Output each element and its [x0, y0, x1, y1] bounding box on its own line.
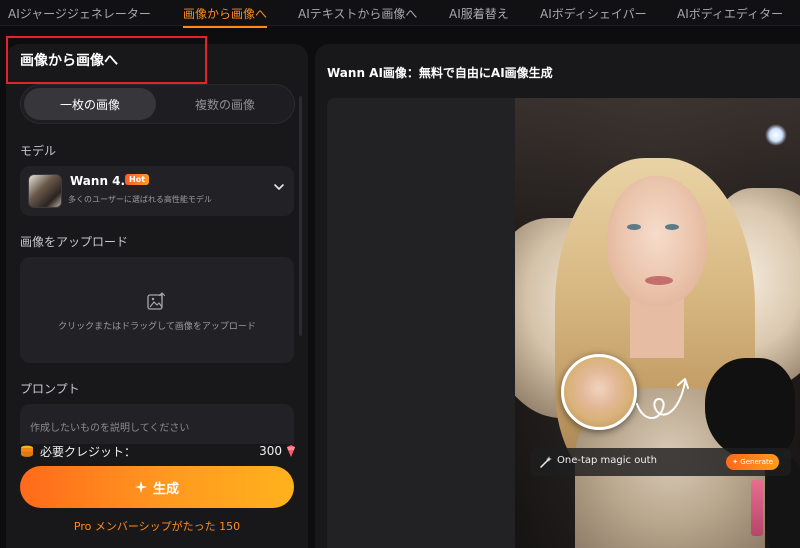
- mode-switch: 一枚の画像 複数の画像: [20, 84, 295, 124]
- credits-value: 300: [259, 444, 282, 458]
- top-nav: AIジャージジェネレーター 画像から画像へ AIテキストから画像へ AI服着替え…: [0, 0, 800, 28]
- preview-title: Wann AI画像：無料で自由にAI画像生成: [327, 66, 553, 80]
- model-avatar: [28, 174, 62, 208]
- tab-text-to-image[interactable]: AIテキストから画像へ: [298, 5, 417, 22]
- model-selector[interactable]: Wann 4.0 Hot 多くのユーザーに選ばれる高性能モデル: [20, 166, 294, 216]
- tab-image-to-image[interactable]: 画像から画像へ: [183, 5, 268, 28]
- upload-hint: クリックまたはドラッグして画像をアップロード: [58, 322, 256, 332]
- generate-button[interactable]: 生成: [20, 466, 294, 508]
- chevron-down-icon[interactable]: [272, 180, 286, 194]
- sample-photo: [515, 98, 800, 548]
- model-label: モデル: [20, 144, 57, 158]
- mode-single-image-tab[interactable]: 一枚の画像: [24, 88, 156, 120]
- tab-ai-body-editor[interactable]: AIボディエディター: [677, 5, 783, 22]
- magic-wand-icon: [540, 456, 552, 468]
- model-description: 多くのユーザーに選ばれる高性能モデル: [68, 195, 212, 204]
- image-upload-icon: [147, 292, 166, 310]
- magic-generate-button[interactable]: ✦ Generate: [726, 454, 779, 470]
- credits-label: 必要クレジット：: [40, 445, 137, 459]
- model-name: Wann 4.0: [70, 174, 134, 188]
- sparkle-icon: [134, 481, 147, 493]
- preview-panel: Wann AI画像：無料で自由にAI画像生成 One-tap magic out…: [315, 44, 800, 548]
- mode-multiple-images-tab[interactable]: 複数の画像: [159, 88, 291, 120]
- magic-prompt-text: One-tap magic outh: [557, 455, 657, 466]
- magic-prompt-bar: One-tap magic outh ✦ Generate: [531, 448, 791, 476]
- coin-stack-icon: [21, 445, 33, 457]
- upload-label: 画像をアップロード: [20, 235, 129, 249]
- tab-ai-jersey-generator[interactable]: AIジャージジェネレーター: [8, 5, 151, 22]
- image-upload-dropzone[interactable]: クリックまたはドラッグして画像をアップロード: [20, 257, 294, 363]
- preview-canvas: One-tap magic outh ✦ Generate: [327, 98, 800, 548]
- tab-ai-body-shaper[interactable]: AIボディシェイパー: [540, 5, 647, 22]
- curved-arrow-icon: [636, 378, 689, 419]
- source-face-thumbnail: [561, 354, 637, 430]
- pro-membership-link[interactable]: Pro メンバーシップがたった 150: [6, 518, 308, 534]
- prompt-input[interactable]: [20, 404, 294, 444]
- panel-scrollbar[interactable]: [299, 96, 302, 336]
- generate-label: 生成: [152, 481, 179, 497]
- prompt-label: プロンプト: [20, 382, 80, 396]
- control-panel: 画像から画像へ 一枚の画像 複数の画像 モデル Wann 4.0 Hot 多くの…: [6, 44, 308, 548]
- hot-badge: Hot: [125, 174, 150, 185]
- tab-ai-outfit-change[interactable]: AI服着替え: [449, 5, 509, 22]
- panel-title: 画像から画像へ: [20, 53, 118, 69]
- gem-icon: [287, 445, 295, 457]
- credits-row: 必要クレジット： 300: [20, 442, 296, 460]
